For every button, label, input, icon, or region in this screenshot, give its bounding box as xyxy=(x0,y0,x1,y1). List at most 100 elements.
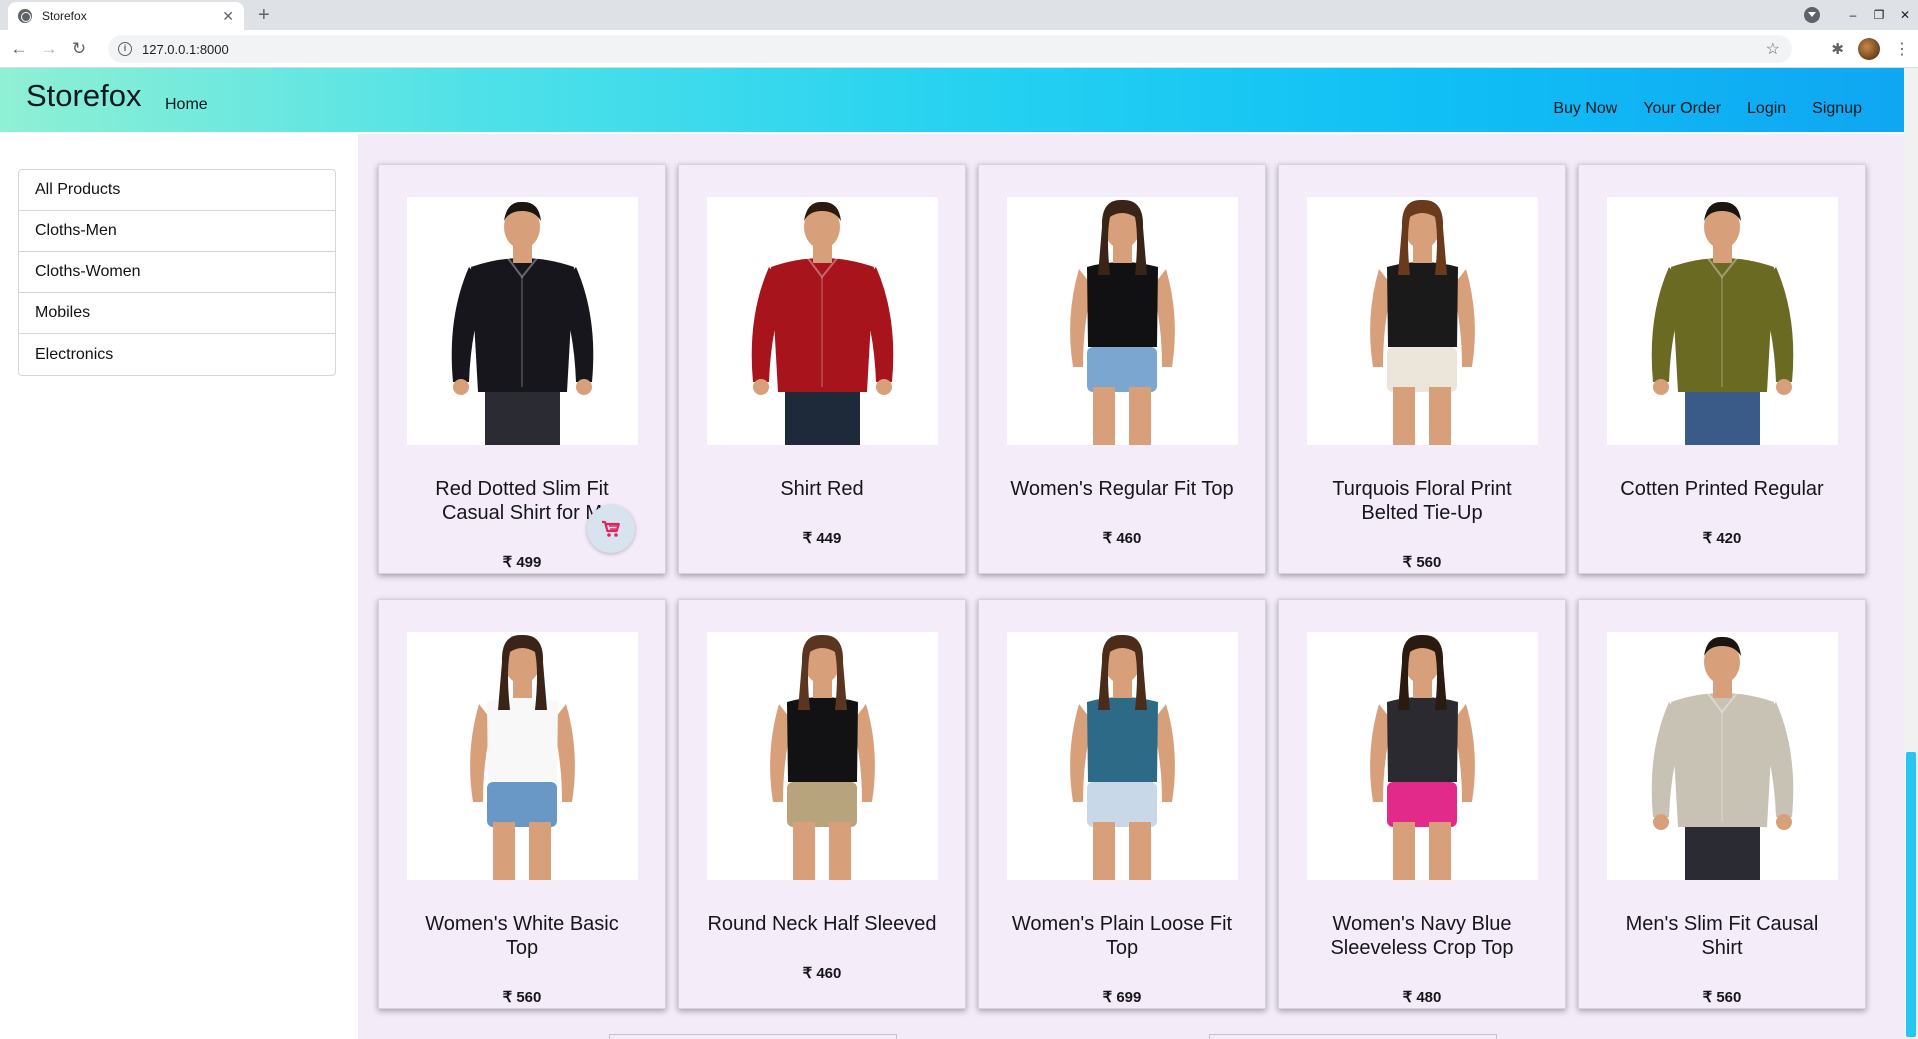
tab-search-icon[interactable] xyxy=(1804,7,1820,23)
product-image[interactable] xyxy=(407,632,638,880)
nav-buy-now-link[interactable]: Buy Now xyxy=(1553,100,1617,118)
new-tab-button[interactable]: + xyxy=(258,3,270,27)
product-image[interactable] xyxy=(707,197,938,445)
product-price: ₹ 499 xyxy=(502,554,542,571)
product-name-line: Belted Tie-Up xyxy=(1361,502,1483,524)
tab-close-icon[interactable]: ✕ xyxy=(222,8,234,25)
url-text[interactable]: 127.0.0.1:8000 xyxy=(142,42,1766,57)
page-scrollbar[interactable] xyxy=(1904,68,1918,1039)
shirt-icon xyxy=(1651,636,1794,880)
nav-links: Buy Now Your Order Login Signup xyxy=(1527,100,1862,118)
product-name-line: Women's White Basic xyxy=(425,913,619,935)
brand-logo[interactable]: Storefox xyxy=(26,78,141,114)
product-card[interactable]: Women's Navy Blue Sleeveless Crop Top ₹ 48… xyxy=(1278,599,1566,1009)
product-card-partial[interactable] xyxy=(1209,1034,1497,1039)
product-card[interactable]: Red Dotted Slim Fit Casual Shirt for M ₹ 4… xyxy=(378,164,666,574)
info-icon[interactable]: i xyxy=(118,42,132,56)
product-image[interactable] xyxy=(1607,632,1838,880)
cart-icon xyxy=(602,520,620,537)
product-name-line: Round Neck Half Sleeved xyxy=(707,913,937,935)
product-name: Women's Navy Blue Sleeveless Crop Top xyxy=(1291,912,1553,960)
category-sidebar: All Products Cloths-Men Cloths-Women Mob… xyxy=(18,169,336,376)
product-name-line: Top xyxy=(1105,937,1139,959)
bookmark-star-icon[interactable]: ☆ xyxy=(1766,39,1780,59)
browser-tab[interactable]: Storefox ✕ xyxy=(8,2,244,30)
product-image[interactable] xyxy=(1307,197,1538,445)
product-price: ₹ 460 xyxy=(1102,530,1142,547)
profile-avatar[interactable] xyxy=(1858,38,1880,60)
product-image[interactable] xyxy=(1007,197,1238,445)
product-name: Men's Slim Fit Causal Shirt xyxy=(1591,912,1853,960)
product-name-line: Shirt Red xyxy=(780,478,864,500)
top-icon xyxy=(1370,199,1475,445)
category-cloths-women[interactable]: Cloths-Women xyxy=(19,252,335,293)
product-name-line: Top xyxy=(505,937,539,959)
product-card[interactable]: Women's Regular Fit Top ₹ 460 xyxy=(978,164,1266,574)
top-icon xyxy=(1370,634,1475,880)
product-name: Cotten Printed Regular xyxy=(1591,477,1853,501)
category-electronics[interactable]: Electronics xyxy=(19,334,335,375)
product-card[interactable]: Turquois Floral Print Belted Tie-Up ₹ 560 xyxy=(1278,164,1566,574)
product-grid: Red Dotted Slim Fit Casual Shirt for M ₹ 4… xyxy=(358,134,1904,1039)
product-price: ₹ 480 xyxy=(1402,989,1442,1006)
add-to-cart-button[interactable] xyxy=(587,505,635,553)
scrollbar-thumb[interactable] xyxy=(1906,752,1916,1037)
product-name: Shirt Red xyxy=(691,477,953,501)
category-all-products[interactable]: All Products xyxy=(19,170,335,211)
product-card[interactable]: Shirt Red ₹ 449 xyxy=(678,164,966,574)
restore-button[interactable]: ❐ xyxy=(1866,8,1892,22)
product-name-line: Shirt xyxy=(1701,937,1743,959)
product-image[interactable] xyxy=(407,197,638,445)
top-icon xyxy=(770,634,875,880)
forward-button[interactable]: → xyxy=(38,39,60,59)
window-controls: – ❐ ✕ xyxy=(1804,0,1918,30)
globe-icon xyxy=(18,9,32,23)
product-card[interactable]: Women's White Basic Top ₹ 560 xyxy=(378,599,666,1009)
product-name: Round Neck Half Sleeved xyxy=(691,912,953,936)
address-bar[interactable]: i 127.0.0.1:8000 ☆ xyxy=(108,35,1792,63)
product-card[interactable]: Round Neck Half Sleeved ₹ 460 xyxy=(678,599,966,1009)
product-price: ₹ 560 xyxy=(502,989,542,1006)
product-price: ₹ 460 xyxy=(802,965,842,982)
product-name-line: Women's Plain Loose Fit xyxy=(1011,913,1233,935)
product-name: Women's Regular Fit Top xyxy=(991,477,1253,501)
product-name-line: Sleeveless Crop Top xyxy=(1330,937,1514,959)
product-price: ₹ 699 xyxy=(1102,989,1142,1006)
close-window-button[interactable]: ✕ xyxy=(1892,8,1918,22)
product-name-line: Cotten Printed Regular xyxy=(1620,478,1824,500)
product-card-partial[interactable] xyxy=(609,1034,897,1039)
product-price: ₹ 560 xyxy=(1402,554,1442,571)
product-image[interactable] xyxy=(1607,197,1838,445)
shirt-icon xyxy=(451,201,594,445)
nav-your-order-link[interactable]: Your Order xyxy=(1643,100,1721,118)
top-icon xyxy=(470,634,575,880)
reload-button[interactable]: ↻ xyxy=(68,39,90,59)
product-name-line: Red Dotted Slim Fit xyxy=(435,478,609,500)
product-card[interactable]: Women's Plain Loose Fit Top ₹ 699 xyxy=(978,599,1266,1009)
nav-signup-link[interactable]: Signup xyxy=(1812,100,1862,118)
shirt-icon xyxy=(751,201,894,445)
product-image[interactable] xyxy=(1007,632,1238,880)
extensions-icon[interactable]: ✱ xyxy=(1831,40,1844,58)
product-name: Women's Plain Loose Fit Top xyxy=(991,912,1253,960)
category-mobiles[interactable]: Mobiles xyxy=(19,293,335,334)
minimize-button[interactable]: – xyxy=(1840,8,1866,22)
product-image[interactable] xyxy=(1307,632,1538,880)
product-image[interactable] xyxy=(707,632,938,880)
top-icon xyxy=(1070,634,1175,880)
product-card[interactable]: Cotten Printed Regular ₹ 420 xyxy=(1578,164,1866,574)
tab-title: Storefox xyxy=(42,9,87,23)
back-button[interactable]: ← xyxy=(8,39,30,59)
product-name: Women's White Basic Top xyxy=(391,912,653,960)
product-card[interactable]: Men's Slim Fit Causal Shirt ₹ 560 xyxy=(1578,599,1866,1009)
browser-menu-icon[interactable]: ⋮ xyxy=(1894,39,1910,59)
category-cloths-men[interactable]: Cloths-Men xyxy=(19,211,335,252)
product-name-line: Women's Navy Blue xyxy=(1332,913,1512,935)
browser-toolbar: ← → ↻ i 127.0.0.1:8000 ☆ ✱ ⋮ xyxy=(0,30,1918,68)
product-name-line: Turquois Floral Print xyxy=(1332,478,1512,500)
product-price: ₹ 449 xyxy=(802,530,842,547)
nav-home-link[interactable]: Home xyxy=(165,96,208,114)
nav-login-link[interactable]: Login xyxy=(1747,100,1786,118)
site-navbar: Storefox Home Buy Now Your Order Login S… xyxy=(0,68,1904,132)
toolbar-right: ✱ ⋮ xyxy=(1831,38,1910,60)
